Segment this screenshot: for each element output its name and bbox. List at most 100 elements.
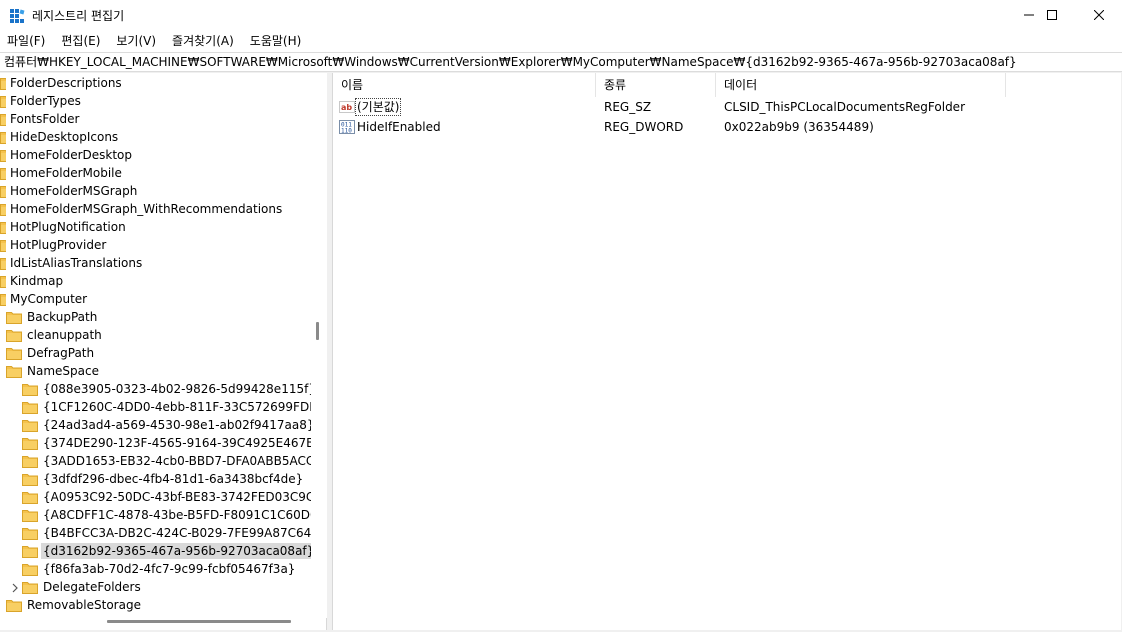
tree-item-label: HotPlugProvider	[10, 238, 107, 252]
folder-icon	[0, 113, 6, 126]
tree-item[interactable]: {3ADD1653-EB32-4cb0-BBD7-DFA0ABB5ACCA}	[22, 452, 326, 470]
tree-item[interactable]: {24ad3ad4-a569-4530-98e1-ab02f9417aa8}	[22, 416, 317, 434]
folder-icon	[0, 131, 6, 144]
tree-item-label: FontsFolder	[10, 112, 80, 126]
value-row[interactable]: ab (기본값) REG_SZ CLSID_ThisPCLocalDocumen…	[333, 97, 1122, 117]
folder-icon	[0, 257, 6, 270]
tree-item[interactable]: FolderTypes	[0, 92, 83, 110]
folder-icon	[22, 455, 38, 468]
tree-horizontal-scroll-thumb[interactable]	[107, 620, 291, 623]
tree-item[interactable]: HideDesktopIcons	[0, 128, 120, 146]
tree-item-label: {088e3905-0323-4b02-9826-5d99428e115f}	[43, 382, 316, 396]
folder-icon	[22, 563, 38, 576]
chevron-right-icon[interactable]	[10, 582, 20, 593]
folder-icon	[22, 527, 38, 540]
tree-item-label: NameSpace	[27, 364, 99, 378]
tree-item[interactable]: NameSpace	[6, 362, 101, 380]
tree-item[interactable]: HotPlugProvider	[0, 236, 108, 254]
folder-icon	[22, 437, 38, 450]
tree-item[interactable]: HotPlugNotification	[0, 218, 128, 236]
value-type: REG_DWORD	[604, 120, 684, 134]
close-button[interactable]	[1076, 0, 1122, 30]
tree-item[interactable]: {B4BFCC3A-DB2C-424C-B029-7FE99A87C641}	[22, 524, 327, 542]
folder-icon	[0, 77, 6, 90]
column-header-type[interactable]: 종류	[596, 73, 716, 97]
folder-icon	[6, 365, 22, 378]
tree-item-label: HotPlugNotification	[10, 220, 126, 234]
value-row[interactable]: 011 110 HideIfEnabled REG_DWORD 0x022ab9…	[333, 117, 1122, 137]
folder-icon	[22, 545, 38, 558]
column-header-data[interactable]: 데이터	[716, 73, 1006, 97]
tree-item[interactable]: HomeFolderMobile	[0, 164, 124, 182]
tree-item[interactable]: MyComputer	[0, 290, 89, 308]
tree-item-label: {B4BFCC3A-DB2C-424C-B029-7FE99A87C641}	[43, 526, 327, 540]
folder-icon	[6, 599, 22, 612]
close-icon	[1094, 10, 1104, 20]
tree-item-label: {24ad3ad4-a569-4530-98e1-ab02f9417aa8}	[43, 418, 315, 432]
tree-item-label: {A8CDFF1C-4878-43be-B5FD-F8091C1C60D0}	[43, 508, 326, 522]
tree-item-label: {f86fa3ab-70d2-4fc7-9c99-fcbf05467f3a}	[43, 562, 296, 576]
value-type: REG_SZ	[604, 100, 652, 114]
folder-icon	[22, 473, 38, 486]
menu-file[interactable]: 파일(F)	[0, 30, 53, 52]
tree-item-label: {374DE290-123F-4565-9164-39C4925E467B}	[43, 436, 323, 450]
value-list[interactable]: 이름 종류 데이터 ab (기본값) REG_SZ CLSID_ThisPCLo…	[332, 73, 1121, 630]
string-value-icon: ab	[339, 99, 355, 115]
menu-view[interactable]: 보기(V)	[108, 30, 164, 52]
folder-icon	[0, 167, 6, 180]
value-name: HideIfEnabled	[357, 120, 441, 134]
tree-item-label: DelegateFolders	[43, 580, 141, 594]
address-bar[interactable]: 컴퓨터₩HKEY_LOCAL_MACHINE₩SOFTWARE₩Microsof…	[0, 52, 1122, 72]
tree-item[interactable]: {088e3905-0323-4b02-9826-5d99428e115f}	[22, 380, 318, 398]
tree-vertical-scrollbar[interactable]	[311, 73, 327, 618]
svg-text:ab: ab	[341, 103, 352, 112]
tree-item[interactable]: {A8CDFF1C-4878-43be-B5FD-F8091C1C60D0}	[22, 506, 326, 524]
folder-icon	[0, 185, 6, 198]
column-header-name[interactable]: 이름	[333, 73, 596, 97]
tree-item-label: FolderTypes	[10, 94, 81, 108]
menu-edit[interactable]: 편집(E)	[53, 30, 108, 52]
binary-value-icon: 011 110	[339, 119, 355, 135]
tree-item[interactable]: BackupPath	[6, 308, 99, 326]
tree-item[interactable]: DelegateFolders	[12, 578, 143, 596]
tree-item[interactable]: cleanuppath	[6, 326, 104, 344]
folder-icon	[6, 347, 22, 360]
tree-item[interactable]: IdListAliasTranslations	[0, 254, 144, 272]
folder-icon	[0, 95, 6, 108]
tree-item-label: MyComputer	[10, 292, 88, 306]
tree-item[interactable]: Kindmap	[0, 272, 65, 290]
tree-item[interactable]: FontsFolder	[0, 110, 81, 128]
tree-item-label: Kindmap	[10, 274, 64, 288]
tree-item-label: DefragPath	[27, 346, 95, 360]
tree-item[interactable]: {1CF1260C-4DD0-4ebb-811F-33C572699FDE}	[22, 398, 326, 416]
tree-item[interactable]: {3dfdf296-dbec-4fb4-81d1-6a3438bcf4de}	[22, 470, 305, 488]
folder-icon	[0, 203, 6, 216]
tree-item-label: HomeFolderMSGraph_WithRecommendations	[10, 202, 283, 216]
folder-icon	[0, 293, 6, 306]
folder-icon	[0, 275, 6, 288]
folder-icon	[0, 221, 6, 234]
tree-item[interactable]: HomeFolderMSGraph	[0, 182, 139, 200]
tree-vertical-scroll-thumb[interactable]	[316, 322, 319, 340]
tree-item[interactable]: {374DE290-123F-4565-9164-39C4925E467B}	[22, 434, 324, 452]
key-tree[interactable]: FolderDescriptions FolderTypes FontsFolder…	[0, 73, 327, 630]
tree-item[interactable]: HomeFolderMSGraph_WithRecommendations	[0, 200, 284, 218]
tree-item[interactable]: DefragPath	[6, 344, 96, 362]
tree-item[interactable]: RemovableStorage	[6, 596, 143, 614]
tree-item[interactable]: FolderDescriptions	[0, 74, 124, 92]
menu-favorites[interactable]: 즐겨찾기(A)	[164, 30, 242, 52]
tree-item[interactable]: {f86fa3ab-70d2-4fc7-9c99-fcbf05467f3a}	[22, 560, 297, 578]
tree-item-label: {A0953C92-50DC-43bf-BE83-3742FED03C9C}	[43, 490, 322, 504]
folder-icon	[22, 383, 38, 396]
tree-item-label: cleanuppath	[27, 328, 102, 342]
folder-icon	[0, 149, 6, 162]
menu-help[interactable]: 도움말(H)	[242, 30, 310, 52]
tree-item[interactable]: HomeFolderDesktop	[0, 146, 134, 164]
value-data: 0x022ab9b9 (36354489)	[724, 120, 874, 134]
menu-bar: 파일(F) 편집(E) 보기(V) 즐겨찾기(A) 도움말(H)	[0, 30, 1122, 52]
folder-icon	[22, 401, 38, 414]
tree-item[interactable]: {d3162b92-9365-467a-956b-92703aca08af}	[22, 542, 317, 560]
maximize-button[interactable]	[1029, 0, 1075, 30]
tree-item-label: HomeFolderMSGraph	[10, 184, 138, 198]
tree-item[interactable]: {A0953C92-50DC-43bf-BE83-3742FED03C9C}	[22, 488, 324, 506]
